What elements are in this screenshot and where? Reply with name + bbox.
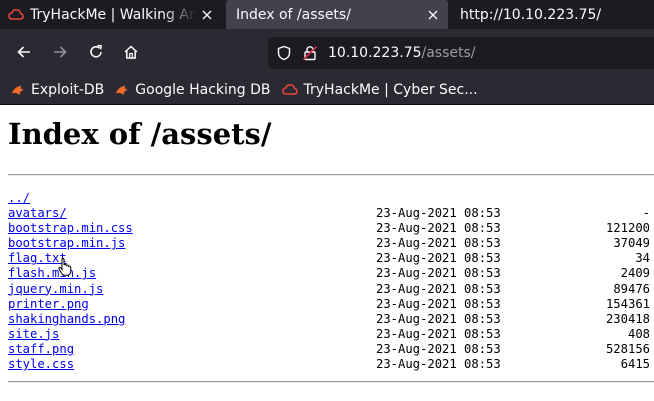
list-item: flash.min.js 23-Aug-2021 08:53 2409 bbox=[8, 266, 654, 281]
url-path: /assets/ bbox=[421, 45, 476, 61]
navigation-toolbar: 10.10.223.75/assets/ bbox=[0, 29, 654, 75]
tab-strip: TryHackMe | Walking An A Index of /asset… bbox=[0, 0, 654, 29]
bookmark-label: Google Hacking DB bbox=[135, 81, 271, 98]
file-link-parent[interactable]: ../ bbox=[8, 191, 30, 206]
file-size: 230418 bbox=[605, 311, 650, 326]
close-tab-button[interactable] bbox=[196, 4, 218, 26]
bookmark-label: Exploit-DB bbox=[31, 81, 105, 98]
list-item: bootstrap.min.js 23-Aug-2021 08:53 37049 bbox=[8, 236, 654, 251]
list-item: staff.png 23-Aug-2021 08:53 528156 bbox=[8, 342, 654, 357]
list-item: site.js 23-Aug-2021 08:53 408 bbox=[8, 327, 654, 342]
home-button[interactable] bbox=[119, 40, 143, 64]
file-size: 6415 bbox=[620, 357, 650, 372]
close-tab-button[interactable] bbox=[422, 4, 444, 26]
back-button[interactable] bbox=[12, 40, 36, 64]
ghdb-icon bbox=[116, 85, 129, 95]
file-size: 37049 bbox=[613, 236, 650, 251]
divider bbox=[8, 174, 654, 176]
list-item: bootstrap.min.css 23-Aug-2021 08:53 121200 bbox=[8, 221, 654, 236]
tab-index-assets[interactable]: Index of /assets/ bbox=[226, 0, 448, 29]
forward-arrow-icon bbox=[54, 46, 67, 58]
file-link-jquery[interactable]: jquery.min.js bbox=[8, 282, 103, 297]
url-text: 10.10.223.75/assets/ bbox=[328, 45, 476, 61]
file-link-style-css[interactable]: style.css bbox=[8, 357, 74, 372]
tab-title: http://10.10.223.75/ bbox=[460, 6, 602, 23]
file-size: 2409 bbox=[620, 266, 650, 281]
close-icon bbox=[428, 10, 438, 19]
exploit-db-icon bbox=[11, 85, 25, 95]
file-link-site-js[interactable]: site.js bbox=[8, 327, 59, 342]
bookmark-label: TryHackMe | Cyber Sec... bbox=[303, 81, 478, 98]
reload-button[interactable] bbox=[84, 40, 108, 64]
back-arrow-icon bbox=[17, 46, 30, 58]
reload-icon bbox=[90, 44, 102, 58]
file-date: 23-Aug-2021 08:53 bbox=[376, 266, 501, 281]
directory-listing: ../ avatars/23-Aug-2021 08:53 - bootstrap… bbox=[8, 191, 654, 372]
file-date: 23-Aug-2021 08:53 bbox=[376, 357, 501, 372]
divider bbox=[8, 381, 654, 383]
file-date: 23-Aug-2021 08:53 bbox=[376, 251, 501, 266]
address-bar[interactable]: 10.10.223.75/assets/ bbox=[268, 37, 654, 69]
file-size: 121200 bbox=[605, 221, 650, 236]
file-date: 23-Aug-2021 08:53 bbox=[376, 341, 501, 356]
list-item: jquery.min.js 23-Aug-2021 08:53 89476 bbox=[8, 282, 654, 297]
file-size: - bbox=[642, 206, 650, 221]
list-item: avatars/23-Aug-2021 08:53 - bbox=[8, 206, 654, 221]
tab-title: TryHackMe | Walking An A bbox=[30, 6, 196, 23]
page-title: Index of /assets/ bbox=[8, 117, 272, 151]
file-link-bootstrap-css[interactable]: bootstrap.min.css bbox=[8, 221, 133, 236]
file-date: 23-Aug-2021 08:53 bbox=[376, 311, 501, 326]
file-size: 89476 bbox=[613, 281, 650, 296]
list-item: printer.png 23-Aug-2021 08:53 154361 bbox=[8, 297, 654, 312]
file-date: 23-Aug-2021 08:53 bbox=[376, 236, 501, 251]
list-item: shakinghands.png 23-Aug-2021 08:53 230418 bbox=[8, 312, 654, 327]
file-size: 408 bbox=[627, 326, 650, 341]
file-size: 528156 bbox=[605, 341, 650, 356]
insecure-lock-icon[interactable] bbox=[302, 45, 318, 61]
file-link-avatars[interactable]: avatars/ bbox=[8, 206, 67, 221]
file-size: 34 bbox=[635, 251, 650, 266]
file-date: 23-Aug-2021 08:53 bbox=[376, 221, 501, 236]
bookmark-tryhackme[interactable]: TryHackMe | Cyber Sec... bbox=[281, 81, 478, 98]
file-date: 23-Aug-2021 08:53 bbox=[376, 326, 501, 341]
url-host: 10.10.223.75 bbox=[328, 45, 422, 61]
bookmark-google-hacking-db[interactable]: Google Hacking DB bbox=[115, 81, 271, 98]
home-icon bbox=[124, 45, 138, 59]
forward-button[interactable] bbox=[48, 40, 72, 64]
file-link-shakinghands[interactable]: shakinghands.png bbox=[8, 312, 125, 327]
list-item: ../ bbox=[8, 191, 654, 206]
page-content: Index of /assets/ ../ avatars/23-Aug-202… bbox=[0, 105, 654, 401]
file-date: 23-Aug-2021 08:53 bbox=[376, 296, 501, 311]
file-link-printer[interactable]: printer.png bbox=[8, 297, 89, 312]
list-item: flag.txt 23-Aug-2021 08:53 34 bbox=[8, 251, 654, 266]
list-item: style.css 23-Aug-2021 08:53 6415 bbox=[8, 357, 654, 372]
close-icon bbox=[202, 10, 212, 19]
file-link-bootstrap-js[interactable]: bootstrap.min.js bbox=[8, 236, 125, 251]
tab-title: Index of /assets/ bbox=[236, 6, 351, 23]
file-link-flash[interactable]: flash.min.js bbox=[8, 266, 96, 281]
tracking-protection-shield-icon[interactable] bbox=[276, 45, 292, 61]
file-link-staff[interactable]: staff.png bbox=[8, 342, 74, 357]
file-date: 23-Aug-2021 08:53 bbox=[376, 206, 501, 221]
bookmark-exploit-db[interactable]: Exploit-DB bbox=[11, 82, 104, 98]
tryhackme-icon bbox=[8, 8, 24, 20]
file-date: 23-Aug-2021 08:53 bbox=[376, 281, 501, 296]
bookmarks-toolbar: Exploit-DB Google Hacking DB TryHackMe |… bbox=[0, 75, 654, 105]
tab-tryhackme[interactable]: TryHackMe | Walking An A bbox=[0, 0, 222, 29]
file-size: 154361 bbox=[605, 296, 650, 311]
hand-pointer-cursor-icon bbox=[58, 258, 72, 276]
tab-ip-address[interactable]: http://10.10.223.75/ bbox=[452, 0, 654, 29]
tryhackme-icon bbox=[281, 83, 298, 95]
